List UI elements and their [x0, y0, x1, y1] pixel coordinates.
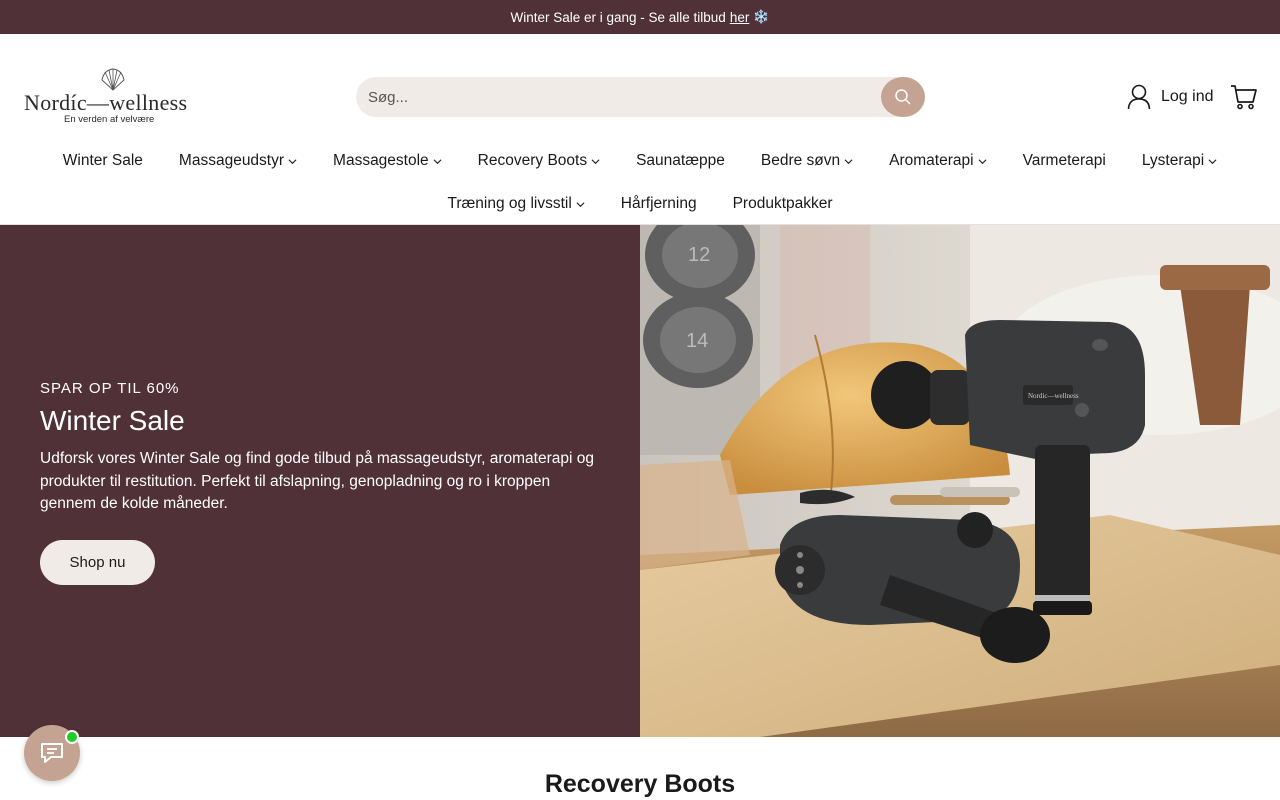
nav-item-aromaterapi[interactable]: Aromaterapi — [871, 150, 1004, 172]
nav-item-winter-sale[interactable]: Winter Sale — [45, 150, 161, 172]
nav-item-traening-og-livsstil[interactable]: Træning og livsstil — [429, 193, 602, 215]
nav-item-bedre-sovn[interactable]: Bedre søvn — [743, 150, 871, 172]
nav-label: Recovery Boots — [477, 152, 588, 169]
nav-label: Winter Sale — [62, 152, 143, 169]
section-title: Recovery Boots — [544, 770, 736, 798]
hero-title: Winter Sale — [40, 405, 185, 436]
nav-item-harfjerning[interactable]: Hårfjerning — [603, 193, 715, 215]
chevron-down-icon — [1208, 158, 1217, 164]
shell-icon — [101, 68, 125, 91]
search-icon — [895, 89, 911, 105]
hero-eyebrow: SPAR OP TIL 60% — [40, 380, 180, 397]
nav-label: Hårfjerning — [620, 195, 697, 212]
hero-banner: SPAR OP TIL 60% Winter Sale Udforsk vore… — [0, 225, 1280, 737]
shop-now-button[interactable]: Shop nu — [40, 540, 155, 585]
cart-button[interactable] — [1230, 84, 1258, 110]
nav-item-varmeterapi[interactable]: Varmeterapi — [1005, 150, 1124, 172]
logo-tagline: En verden af velvære — [64, 114, 155, 125]
announcement-bar: Winter Sale er i gang - Se alle tilbud h… — [0, 0, 1280, 34]
announcement-link[interactable]: her — [730, 10, 750, 25]
logo[interactable]: Nordíc—wellness En verden af velvære — [24, 68, 204, 128]
main-nav-row2: Træning og livsstil Hårfjerning Produktp… — [0, 193, 1280, 215]
chevron-down-icon — [576, 201, 585, 207]
user-icon — [1127, 84, 1151, 110]
nav-item-produktpakker[interactable]: Produktpakker — [715, 193, 851, 215]
chevron-down-icon — [978, 158, 987, 164]
search-input[interactable] — [356, 77, 876, 117]
nav-label: Aromaterapi — [889, 152, 974, 169]
snowflake-icon: ❄️ — [753, 9, 770, 24]
nav-item-lysterapi[interactable]: Lysterapi — [1124, 150, 1235, 172]
massage-gun-photo: 12 14 Nordic—wellness — [640, 225, 1280, 737]
nav-item-saunataeppe[interactable]: Saunatæppe — [618, 150, 743, 172]
chevron-down-icon — [433, 158, 442, 164]
nav-label: Produktpakker — [732, 195, 833, 212]
nav-item-massagestole[interactable]: Massagestole — [315, 150, 460, 172]
nav-label: Saunatæppe — [636, 152, 725, 169]
site-header: Nordíc—wellness En verden af velvære Log… — [0, 34, 1280, 225]
online-status-dot — [65, 730, 79, 744]
chevron-down-icon — [844, 158, 853, 164]
chat-button[interactable] — [24, 725, 80, 781]
nav-label: Massageudstyr — [178, 152, 285, 169]
cart-icon — [1231, 85, 1257, 110]
dumbbell-label-14: 14 — [686, 330, 708, 352]
login-link[interactable]: Log ind — [1127, 84, 1214, 110]
nav-label: Varmeterapi — [1022, 152, 1106, 169]
hero-text-panel: SPAR OP TIL 60% Winter Sale Udforsk vore… — [0, 225, 640, 737]
nav-label: Massagestole — [333, 152, 429, 169]
logo-wordmark: Nordíc—wellness — [24, 90, 188, 115]
dumbbell-label-12: 12 — [688, 244, 710, 266]
chevron-down-icon — [591, 158, 600, 164]
hero-image: 12 14 Nordic—wellness — [640, 225, 1280, 737]
search-bar — [356, 77, 925, 117]
announcement-text: Winter Sale er i gang - Se alle tilbud — [510, 9, 726, 25]
chevron-down-icon — [288, 158, 297, 164]
product-brand-label: Nordic—wellness — [1028, 392, 1079, 400]
nav-label: Lysterapi — [1141, 152, 1205, 169]
nav-label: Bedre søvn — [760, 152, 841, 169]
main-nav-row1: Winter Sale Massageudstyr Massagestole R… — [0, 150, 1280, 172]
search-button[interactable] — [881, 77, 925, 117]
hero-description: Udforsk vores Winter Sale og find gode t… — [40, 450, 594, 512]
login-label: Log ind — [1161, 88, 1214, 105]
nav-item-recovery-boots[interactable]: Recovery Boots — [460, 150, 618, 172]
nav-label: Træning og livsstil — [447, 195, 572, 212]
nav-item-massageudstyr[interactable]: Massageudstyr — [161, 150, 315, 172]
chat-icon — [41, 743, 63, 763]
